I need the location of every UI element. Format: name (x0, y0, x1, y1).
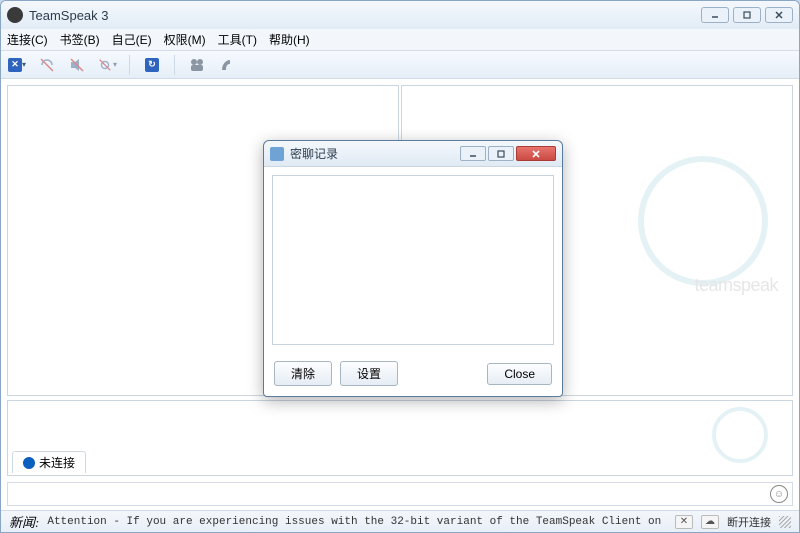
chat-tabbar: 未连接 (12, 451, 86, 473)
menu-permissions[interactable]: 权限(M) (164, 31, 206, 48)
poke-icon[interactable] (217, 55, 237, 75)
chat-input[interactable] (12, 487, 770, 501)
tab-label: 未连接 (39, 454, 75, 471)
settings-button[interactable]: 设置 (340, 361, 398, 386)
dialog-content (264, 167, 562, 353)
toolbar-separator (174, 55, 175, 75)
minimize-button[interactable] (701, 7, 729, 23)
dialog-minimize-button[interactable] (460, 146, 486, 161)
menu-connection[interactable]: 连接(C) (7, 31, 48, 48)
tab-not-connected[interactable]: 未连接 (12, 451, 86, 473)
menu-self[interactable]: 自己(E) (112, 31, 152, 48)
resize-grip-icon[interactable] (779, 516, 791, 528)
chat-pane: 未连接 (7, 400, 793, 476)
disconnect-button[interactable]: 断开连接 (727, 514, 771, 530)
close-button[interactable] (765, 7, 793, 23)
dialog-window-controls (460, 146, 556, 161)
cloud-icon[interactable]: ☁ (701, 515, 719, 529)
settings-icon[interactable]: ▾ (97, 55, 117, 75)
app-icon (7, 7, 23, 23)
dialog-button-row: 清除 设置 Close (264, 353, 562, 396)
status-dot-icon (23, 457, 35, 469)
refresh-icon[interactable]: ↻ (142, 55, 162, 75)
news-label: 新闻: (9, 512, 39, 531)
toolbar-separator (129, 55, 130, 75)
teamspeak-logo-small (712, 407, 776, 471)
toolbar: ✕▾ ▾ ↻ (1, 51, 799, 79)
menu-tools[interactable]: 工具(T) (218, 31, 257, 48)
menu-help[interactable]: 帮助(H) (269, 31, 310, 48)
chat-input-row: ☺ (7, 482, 793, 506)
dialog-maximize-button[interactable] (488, 146, 514, 161)
whisper-history-dialog: 密聊记录 清除 设置 Close (263, 140, 563, 397)
menu-bookmarks[interactable]: 书签(B) (60, 31, 100, 48)
teamspeak-logo: teamspeak (632, 156, 782, 296)
window-controls (701, 7, 793, 23)
mute-speaker-icon[interactable] (67, 55, 87, 75)
dismiss-news-icon[interactable]: ✕ (675, 515, 693, 529)
away-toggle-icon[interactable]: ✕▾ (7, 55, 27, 75)
statusbar: 新闻: Attention - If you are experiencing … (1, 510, 799, 532)
contacts-icon[interactable] (187, 55, 207, 75)
clear-button[interactable]: 清除 (274, 361, 332, 386)
dialog-icon (270, 147, 284, 161)
dialog-titlebar[interactable]: 密聊记录 (264, 141, 562, 167)
news-ticker: Attention - If you are experiencing issu… (47, 516, 667, 528)
titlebar[interactable]: TeamSpeak 3 (1, 1, 799, 29)
dialog-close-button[interactable] (516, 146, 556, 161)
logo-text: teamspeak (694, 275, 778, 296)
window-title: TeamSpeak 3 (29, 8, 701, 23)
maximize-button[interactable] (733, 7, 761, 23)
menubar: 连接(C) 书签(B) 自己(E) 权限(M) 工具(T) 帮助(H) (1, 29, 799, 51)
close-dialog-button[interactable]: Close (487, 363, 552, 385)
whisper-history-list[interactable] (272, 175, 554, 345)
mute-mic-icon[interactable] (37, 55, 57, 75)
emoji-icon[interactable]: ☺ (770, 485, 788, 503)
dialog-title: 密聊记录 (290, 145, 460, 162)
